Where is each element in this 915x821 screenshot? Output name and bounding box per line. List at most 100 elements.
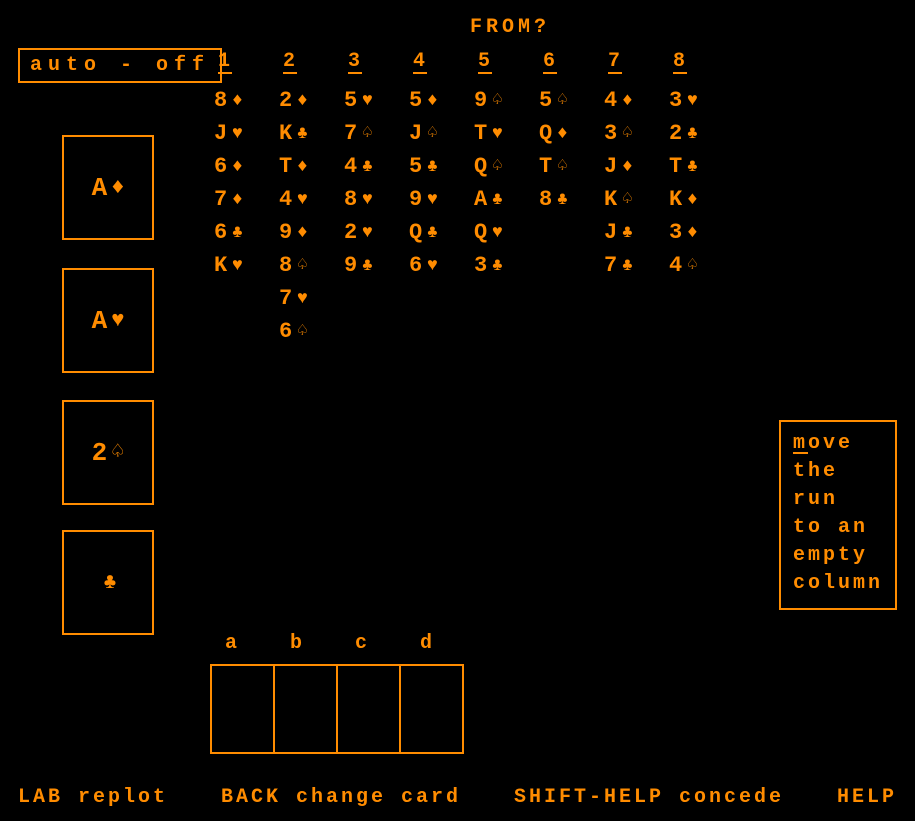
card[interactable]: T [669,150,734,183]
card-rank: 8 [214,88,230,113]
card[interactable]: 6 [214,216,279,249]
card[interactable]: J [409,117,474,150]
card[interactable]: K [669,183,734,216]
card[interactable]: 4 [604,84,669,117]
card[interactable]: 2 [669,117,734,150]
tableau-column[interactable]: 9TQAQ3 [474,84,539,348]
card[interactable]: 3 [669,84,734,117]
card-rank: 7 [214,187,230,212]
tableau-column[interactable]: 43JKJ7 [604,84,669,348]
card-rank: 2 [279,88,295,113]
diamond-icon [557,125,568,143]
card[interactable]: 6 [409,249,474,282]
card[interactable]: 3 [604,117,669,150]
card[interactable]: J [604,216,669,249]
card[interactable]: A [474,183,539,216]
card[interactable]: 3 [474,249,539,282]
card[interactable]: 6 [214,150,279,183]
freecell-label-a: a [225,632,290,655]
column-header-5[interactable]: 5 [476,50,541,73]
card[interactable]: T [539,150,604,183]
help-button[interactable]: HELP [837,786,897,809]
card[interactable]: K [214,249,279,282]
card[interactable]: 4 [669,249,734,282]
tableau-column[interactable]: 574829 [344,84,409,348]
card[interactable]: K [604,183,669,216]
card[interactable]: 7 [344,117,409,150]
card[interactable]: 3 [669,216,734,249]
card[interactable]: Q [539,117,604,150]
card[interactable]: K [279,117,344,150]
card[interactable]: 5 [539,84,604,117]
card[interactable]: Q [474,150,539,183]
card[interactable]: 9 [474,84,539,117]
hint-line: column [793,570,883,598]
card[interactable]: 2 [344,216,409,249]
column-header-8[interactable]: 8 [671,50,736,73]
card[interactable]: Q [474,216,539,249]
card[interactable]: 5 [409,84,474,117]
tableau-column[interactable]: 2 KT49876 [279,84,344,348]
column-header-1[interactable]: 1 [216,50,281,73]
card[interactable]: 5 [409,150,474,183]
card[interactable]: J [604,150,669,183]
card[interactable]: 4 [279,183,344,216]
auto-toggle[interactable]: auto - off [18,48,222,83]
freecell-d[interactable] [399,664,464,754]
card-rank: J [604,220,620,245]
freecells [210,664,464,754]
column-header-3[interactable]: 3 [346,50,411,73]
card[interactable]: 8 [214,84,279,117]
spade-icon [687,257,698,275]
freecell-a[interactable] [210,664,275,754]
tableau-column[interactable]: 5J59Q6 [409,84,474,348]
tableau-column[interactable]: 32TK34 [669,84,734,348]
card[interactable]: 7 [214,183,279,216]
replot-button[interactable]: LAB replot [18,786,168,809]
heart-icon [492,224,503,242]
foundation-spade[interactable]: 2 [62,400,154,505]
card[interactable]: Q [409,216,474,249]
card[interactable]: 7 [279,282,344,315]
club-icon [232,224,243,242]
card[interactable]: T [279,150,344,183]
freecell-labels: a b c d [225,632,485,655]
club-icon [492,257,503,275]
card[interactable]: 6 [279,315,344,348]
card-rank: 3 [669,88,685,113]
column-header-7[interactable]: 7 [606,50,671,73]
diamond-icon [232,92,243,110]
foundation-diamond[interactable]: A [62,135,154,240]
card[interactable]: 4 [344,150,409,183]
card[interactable]: 5 [344,84,409,117]
spade-icon [427,125,438,143]
card[interactable]: T [474,117,539,150]
freecell-b[interactable] [273,664,338,754]
card[interactable]: J [214,117,279,150]
card[interactable]: 9 [409,183,474,216]
diamond-icon [232,158,243,176]
freecell-c[interactable] [336,664,401,754]
diamond-icon [427,92,438,110]
card[interactable]: 2 [279,84,344,117]
column-header-4[interactable]: 4 [411,50,476,73]
foundation-heart[interactable]: A [62,268,154,373]
card[interactable]: 9 [344,249,409,282]
tableau-column[interactable]: 5QT8 [539,84,604,348]
card[interactable]: 8 [344,183,409,216]
heart-icon [492,125,503,143]
foundation-club[interactable] [62,530,154,635]
card-rank: 5 [409,154,425,179]
concede-button[interactable]: SHIFT-HELP concede [514,786,784,809]
card-rank: K [669,187,685,212]
card[interactable]: 8 [539,183,604,216]
club-icon [362,158,373,176]
card[interactable]: 9 [279,216,344,249]
tableau-column[interactable]: 8J676K [214,84,279,348]
card[interactable]: 8 [279,249,344,282]
spade-icon [111,442,124,464]
column-header-2[interactable]: 2 [281,50,346,73]
card[interactable]: 7 [604,249,669,282]
back-button[interactable]: BACK change card [221,786,461,809]
column-header-6[interactable]: 6 [541,50,606,73]
